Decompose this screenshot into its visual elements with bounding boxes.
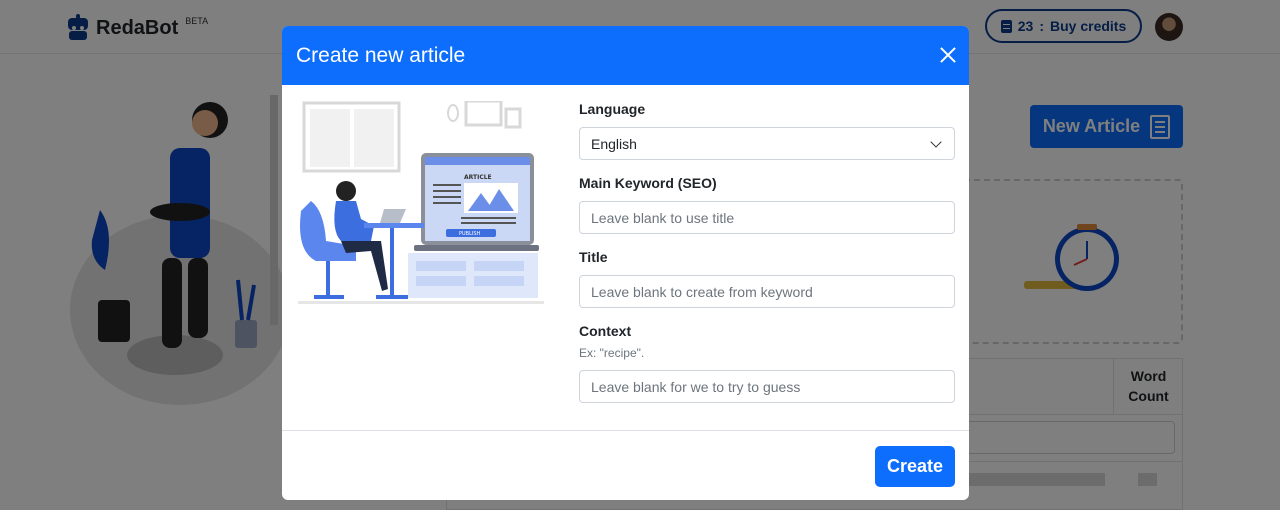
title-input[interactable]: Leave blank to create from keyword [579,275,955,308]
context-placeholder: Leave blank for we to try to guess [591,378,801,395]
title-placeholder: Leave blank to create from keyword [591,283,813,300]
chevron-down-icon [930,136,942,148]
modal-footer: Create [282,430,969,500]
keyword-label: Main Keyword (SEO) [579,175,717,191]
close-icon[interactable] [937,44,959,66]
language-label: Language [579,101,646,117]
title-label: Title [579,249,608,265]
svg-text:PUBLISH: PUBLISH [459,231,481,237]
context-input[interactable]: Leave blank for we to try to guess [579,370,955,403]
create-button[interactable]: Create [875,446,955,487]
keyword-placeholder: Leave blank to use title [591,209,735,226]
svg-text:ARTICLE: ARTICLE [464,174,492,181]
writer-illustration: ARTICLE PUBLISH [298,101,544,304]
language-select[interactable]: English [579,127,955,160]
keyword-input[interactable]: Leave blank to use title [579,201,955,234]
modal-header: Create new article [282,26,969,85]
modal-body: ARTICLE PUBLISH Language English Main Ke… [282,85,969,430]
create-article-modal: Create new article ARTICLE PUBLISH Langu… [282,26,969,500]
modal-title: Create new article [296,43,466,67]
context-label: Context [579,323,632,339]
context-hint: Ex: "recipe". [579,346,645,360]
language-value: English [591,135,637,152]
